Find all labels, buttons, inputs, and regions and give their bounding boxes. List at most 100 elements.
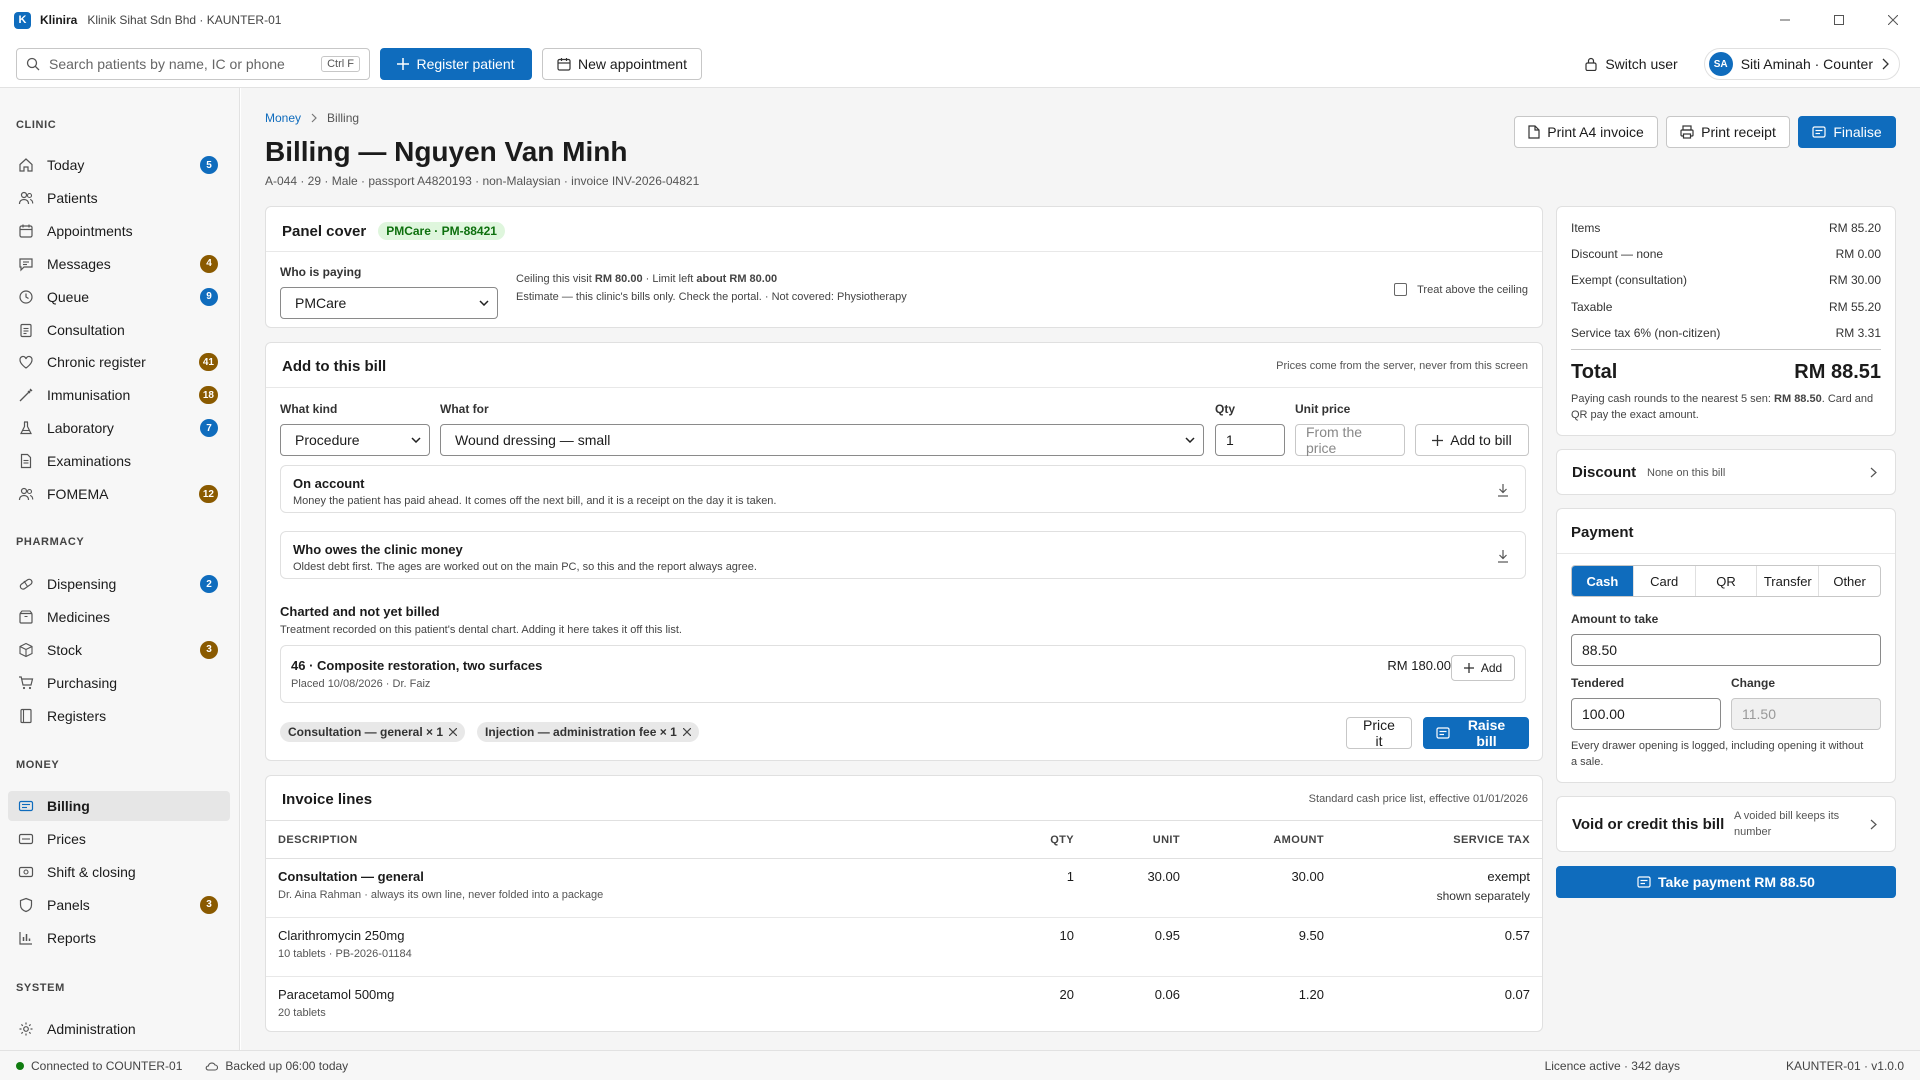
treat-above-ceiling[interactable]: Treat above the ceiling xyxy=(1394,283,1528,296)
sidebar-item-label: Panels xyxy=(47,896,90,913)
sidebar-item-medicines[interactable]: Medicines xyxy=(8,602,230,632)
line-detail: Dr. Aina Rahman · always its own line, n… xyxy=(278,889,604,901)
sidebar-item-administration[interactable]: Administration xyxy=(8,1014,230,1044)
on-account-section[interactable]: On account Money the patient has paid ah… xyxy=(280,465,1526,513)
divider xyxy=(266,387,1542,388)
print-a4-button[interactable]: Print A4 invoice xyxy=(1514,116,1658,148)
payment-tab-qr[interactable]: QR xyxy=(1696,566,1758,596)
breadcrumb-money[interactable]: Money xyxy=(265,111,301,125)
table-row[interactable]: Clarithromycin 250mg 10 tablets · PB-2026… xyxy=(266,917,1542,977)
sidebar-heading-system: SYSTEM xyxy=(16,982,65,994)
patient-summary: A-044 · 29 · Male · passport A4820193 · … xyxy=(265,174,700,188)
sidebar-item-purchasing[interactable]: Purchasing xyxy=(8,668,230,698)
new-appointment-button[interactable]: New appointment xyxy=(542,47,702,80)
close-icon[interactable] xyxy=(682,728,691,736)
charted-add-button[interactable]: Add xyxy=(1451,655,1515,681)
sidebar-item-label: FOMEMA xyxy=(47,486,109,502)
qty-input[interactable]: 1 xyxy=(1215,424,1285,456)
sidebar-item-chronic-register[interactable]: Chronic register 41 xyxy=(8,347,230,377)
expand-icon[interactable] xyxy=(1497,549,1509,563)
sidebar-item-reports[interactable]: Reports xyxy=(8,923,230,953)
pill-icon xyxy=(18,576,34,592)
who-paying-select[interactable]: PMCare xyxy=(280,287,498,319)
line-detail: 20 tablets xyxy=(278,1007,326,1019)
cart-icon xyxy=(18,675,34,691)
rounding-note: Paying cash rounds to the nearest 5 sen:… xyxy=(1571,391,1881,423)
expand-icon[interactable] xyxy=(1497,483,1509,497)
shield-icon xyxy=(18,897,34,913)
close-window-button[interactable] xyxy=(1866,0,1920,40)
tag-icon xyxy=(18,831,34,847)
tendered-input[interactable]: 100.00 xyxy=(1571,698,1721,730)
version-status: KAUNTER-01 · v1.0.0 xyxy=(1785,1058,1904,1073)
what-kind-select[interactable]: Procedure xyxy=(280,424,430,456)
count-badge: 9 xyxy=(200,287,218,306)
printer-icon xyxy=(1680,125,1694,139)
sidebar-item-dispensing[interactable]: Dispensing 2 xyxy=(8,569,230,599)
new-appointment-label: New appointment xyxy=(578,55,687,72)
sidebar-item-stock[interactable]: Stock 3 xyxy=(8,635,230,665)
invoice-header-row: DESCRIPTION QTY UNIT AMOUNT SERVICE TAX xyxy=(266,820,1542,859)
count-badge: 18 xyxy=(198,386,218,405)
who-owes-section[interactable]: Who owes the clinic money Oldest debt fi… xyxy=(280,531,1526,579)
sidebar-item-appointments[interactable]: Appointments xyxy=(8,216,230,246)
pending-chip[interactable]: Consultation — general × 1 xyxy=(280,722,466,742)
amount-to-take-input[interactable]: 88.50 xyxy=(1571,634,1881,666)
payment-tab-card[interactable]: Card xyxy=(1634,566,1696,596)
payment-tab-transfer[interactable]: Transfer xyxy=(1757,566,1820,596)
sidebar-item-consultation[interactable]: Consultation xyxy=(8,315,230,345)
take-payment-button[interactable]: Take payment RM 88.50 xyxy=(1556,866,1896,898)
treat-above-checkbox[interactable] xyxy=(1394,283,1408,296)
people-icon xyxy=(18,190,34,206)
sidebar-item-examinations[interactable]: Examinations xyxy=(8,446,230,476)
sidebar-item-today[interactable]: Today 5 xyxy=(8,150,230,180)
sidebar-item-registers[interactable]: Registers xyxy=(8,701,230,731)
discount-card[interactable]: Discount None on this bill xyxy=(1556,449,1896,495)
rounding-prefix: Paying cash rounds to the nearest 5 sen: xyxy=(1571,393,1771,405)
register-patient-button[interactable]: Register patient xyxy=(380,47,532,80)
price-it-button[interactable]: Price it xyxy=(1346,717,1412,749)
summary-value: RM 0.00 xyxy=(1835,247,1881,262)
maximize-button[interactable] xyxy=(1812,0,1866,40)
sidebar-item-immunisation[interactable]: Immunisation 18 xyxy=(8,380,230,410)
cell-service-tax: exempt shown separately xyxy=(1336,858,1542,918)
sidebar-item-messages[interactable]: Messages 4 xyxy=(8,249,230,279)
col-unit: UNIT xyxy=(1086,820,1192,859)
void-credit-card[interactable]: Void or credit this bill A voided bill k… xyxy=(1556,796,1896,852)
pending-chip[interactable]: Injection — administration fee × 1 xyxy=(477,722,699,742)
sidebar-item-billing[interactable]: Billing xyxy=(8,791,230,821)
clipboard-icon xyxy=(18,322,34,338)
summary-label: Service tax 6% (non-citizen) xyxy=(1571,325,1721,340)
user-menu[interactable]: SA Siti Aminah · Counter xyxy=(1703,48,1900,80)
search-input[interactable]: Search patients by name, IC or phone Ctr… xyxy=(16,47,370,80)
minimize-button[interactable] xyxy=(1758,0,1812,40)
print-receipt-label: Print receipt xyxy=(1701,124,1776,140)
top-toolbar: Search patients by name, IC or phone Ctr… xyxy=(0,40,1920,88)
charted-item-price: RM 180.00 xyxy=(1387,658,1451,673)
finalise-button[interactable]: Finalise xyxy=(1798,116,1896,148)
sidebar-item-laboratory[interactable]: Laboratory 7 xyxy=(8,413,230,443)
table-row[interactable]: Paracetamol 500mg 20 tablets 20 0.06 1.20 0.0… xyxy=(266,976,1542,1031)
what-for-select[interactable]: Wound dressing — small xyxy=(440,424,1204,456)
close-icon[interactable] xyxy=(449,728,458,736)
sidebar-item-patients[interactable]: Patients xyxy=(8,183,230,213)
sidebar: CLINIC Today 5 Patients Appointments Message… xyxy=(0,88,240,1050)
sidebar-item-shift-and-closing[interactable]: Shift & closing xyxy=(8,857,230,887)
switch-user-button[interactable]: Switch user xyxy=(1575,56,1687,72)
sidebar-item-panels[interactable]: Panels 3 xyxy=(8,890,230,920)
raise-bill-button[interactable]: Raise bill xyxy=(1423,717,1529,749)
unit-price-input[interactable]: From the price xyxy=(1295,424,1405,456)
payment-tab-other[interactable]: Other xyxy=(1819,566,1880,596)
sidebar-item-queue[interactable]: Queue 9 xyxy=(8,282,230,312)
chevron-right-icon xyxy=(1870,467,1877,478)
sidebar-item-label: Consultation xyxy=(47,321,125,338)
sidebar-item-fomema[interactable]: FOMEMA 12 xyxy=(8,479,230,509)
cell-amount: 9.50 xyxy=(1192,917,1336,977)
sidebar-item-prices[interactable]: Prices xyxy=(8,824,230,854)
rounding-value: RM 88.50 xyxy=(1774,393,1822,405)
print-receipt-button[interactable]: Print receipt xyxy=(1666,116,1790,148)
table-row[interactable]: Consultation — general Dr. Aina Rahman · … xyxy=(266,858,1542,918)
payment-tab-cash[interactable]: Cash xyxy=(1572,566,1634,596)
pending-chip-label: Injection — administration fee × 1 xyxy=(485,725,677,739)
add-to-bill-button[interactable]: Add to bill xyxy=(1415,424,1529,456)
